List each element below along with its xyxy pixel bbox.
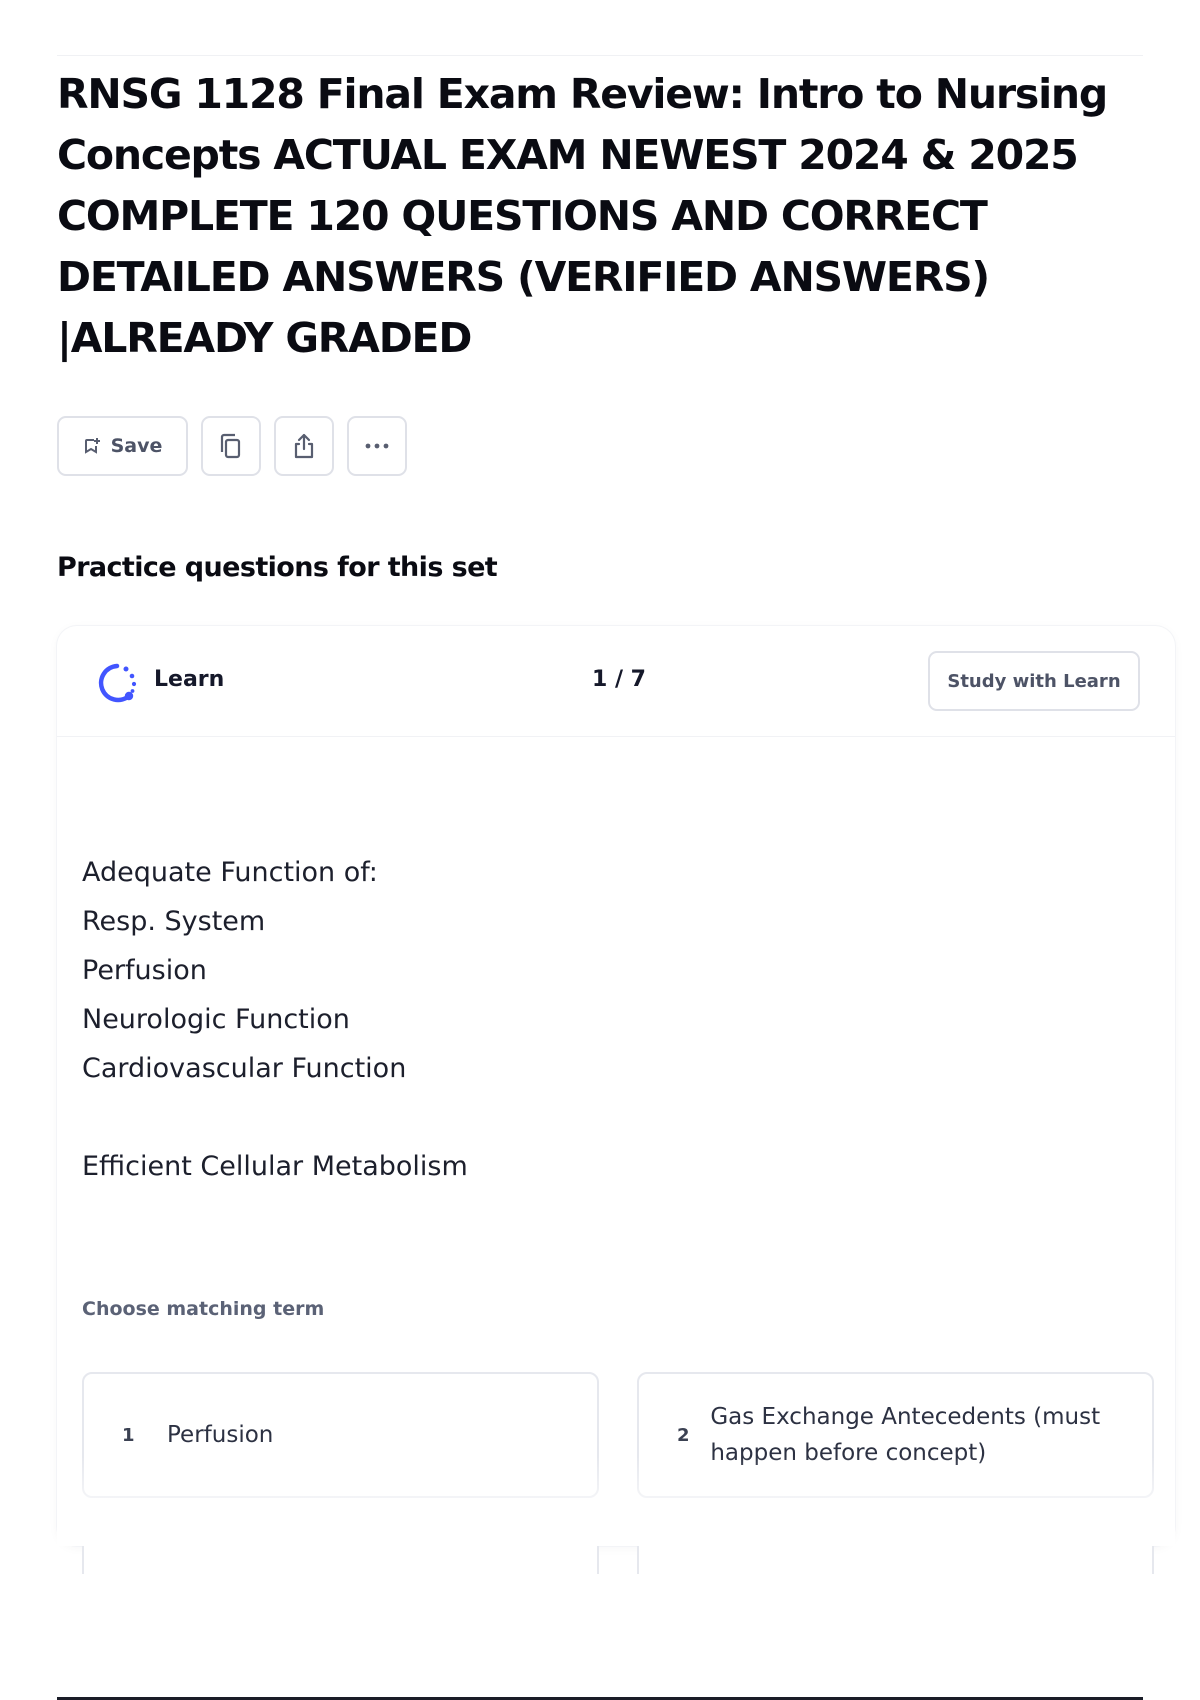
prompt-line: Efficient Cellular Metabolism (82, 1151, 468, 1182)
page-title: RNSG 1128 Final Exam Review: Intro to Nu… (57, 70, 1108, 362)
study-with-learn-button[interactable]: Study with Learn (928, 651, 1140, 711)
copy-icon (217, 432, 245, 460)
choose-matching-term-label: Choose matching term (82, 1298, 325, 1320)
option-number: 2 (677, 1424, 690, 1446)
save-icon (83, 437, 101, 455)
save-label: Save (110, 435, 163, 457)
prompt-line: Perfusion (82, 955, 207, 986)
answer-option[interactable]: 2 Gas Exchange Antecedents (must happen … (637, 1372, 1154, 1498)
more-options-button[interactable] (347, 416, 407, 476)
option-number: 1 (122, 1424, 135, 1446)
prompt-line: Resp. System (82, 906, 266, 937)
learn-logo-icon (95, 661, 139, 705)
toolbar: Save (57, 416, 407, 476)
answer-option[interactable] (637, 1534, 1154, 1574)
question-progress: 1 / 7 (592, 667, 646, 692)
answer-option[interactable] (82, 1534, 599, 1574)
prompt-line: Adequate Function of: (82, 857, 378, 888)
option-text: Gas Exchange Antecedents (must happen be… (710, 1404, 1101, 1466)
practice-heading: Practice questions for this set (57, 552, 498, 583)
question-prompt: Adequate Function of: Resp. System Perfu… (82, 848, 468, 1191)
prompt-line: Neurologic Function (82, 1004, 350, 1035)
practice-card: Learn 1 / 7 Study with Learn Adequate Fu… (57, 626, 1175, 1574)
answer-option[interactable]: 1 Perfusion (82, 1372, 599, 1498)
prompt-line: Cardiovascular Function (82, 1053, 407, 1084)
more-icon (363, 442, 391, 450)
share-button[interactable] (274, 416, 334, 476)
top-divider (57, 55, 1143, 56)
share-icon (290, 432, 318, 460)
card-header: Learn 1 / 7 Study with Learn (57, 626, 1175, 737)
learn-mode-label: Learn (154, 667, 225, 692)
save-button[interactable]: Save (57, 416, 188, 476)
option-text: Perfusion (167, 1422, 274, 1448)
copy-button[interactable] (201, 416, 261, 476)
